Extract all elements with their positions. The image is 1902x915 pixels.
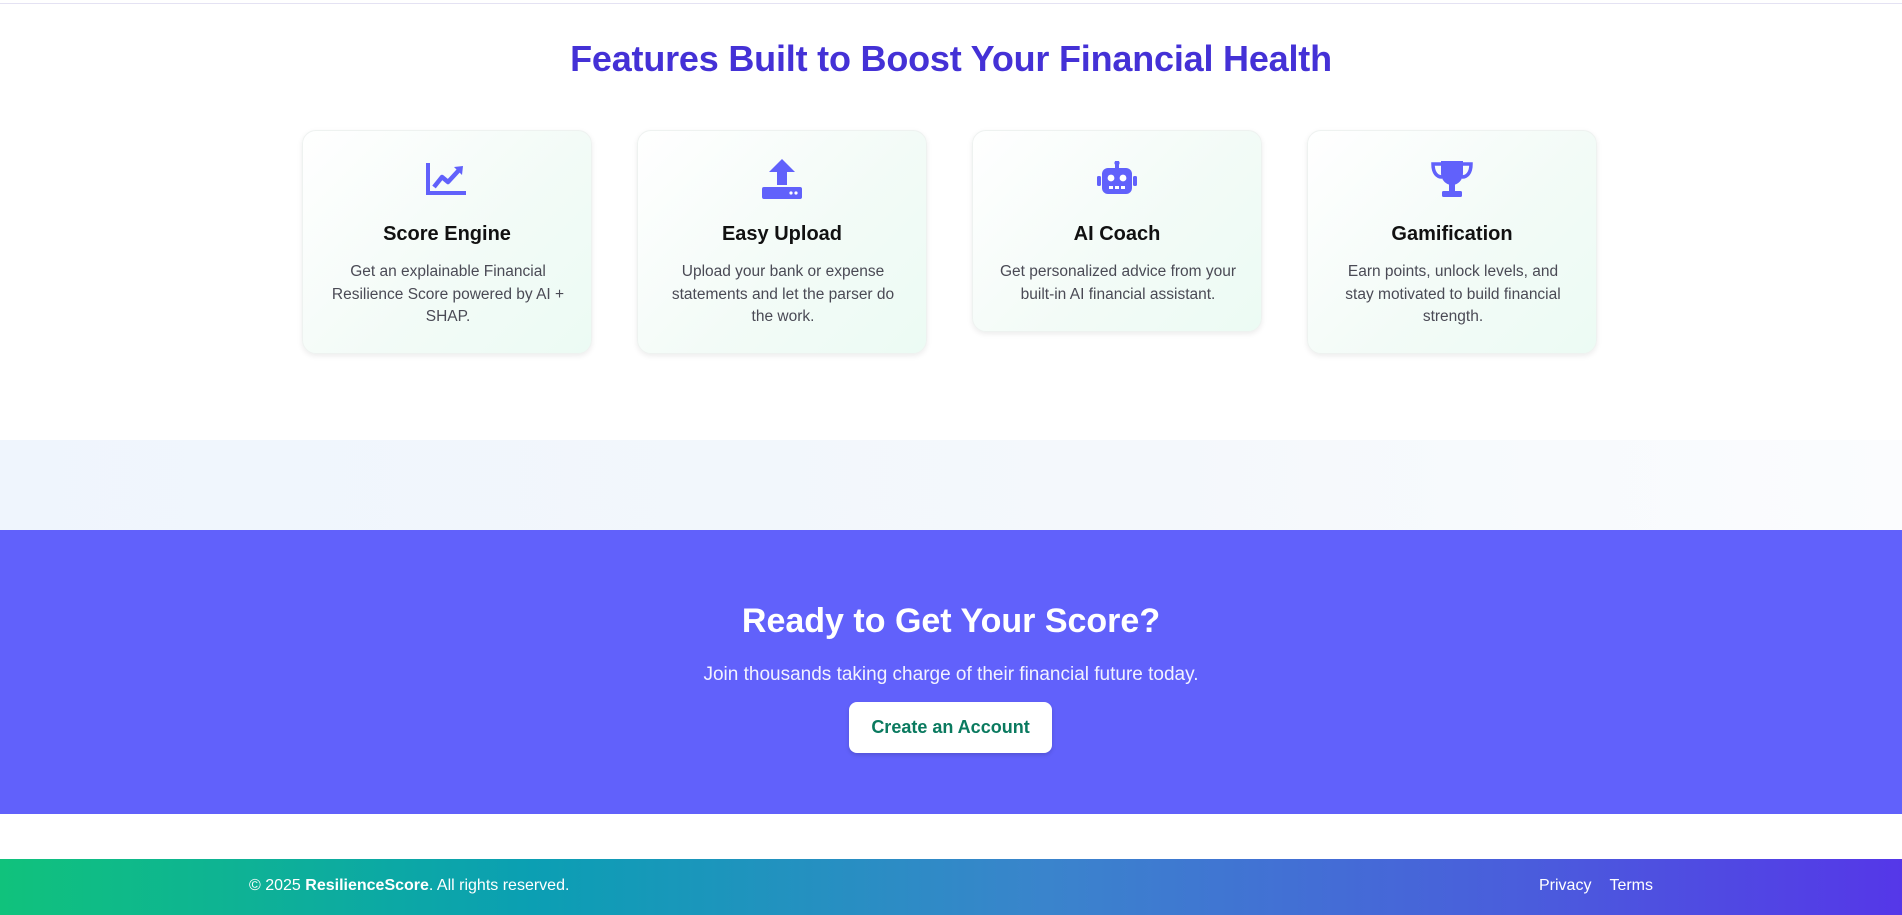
- robot-icon: [973, 159, 1261, 199]
- footer-copyright: © 2025 ResilienceScore. All rights reser…: [249, 877, 569, 895]
- cta-subtitle: Join thousands taking charge of their fi…: [703, 664, 1199, 685]
- chart-line-icon: [303, 159, 591, 199]
- feature-card-title: Gamification: [1391, 223, 1513, 245]
- upload-icon: [638, 159, 926, 199]
- feature-card-title: Score Engine: [383, 223, 511, 245]
- section-divider-band: [0, 440, 1902, 530]
- feature-card-gamification: Gamification Earn points, unlock levels,…: [1307, 130, 1597, 354]
- feature-card-ai-coach: AI Coach Get personalized advice from yo…: [972, 130, 1262, 332]
- footer-links: Privacy Terms: [1539, 877, 1653, 895]
- feature-card-score-engine: Score Engine Get an explainable Financia…: [302, 130, 592, 354]
- feature-card-description: Get personalized advice from your built-…: [999, 263, 1237, 303]
- create-account-button[interactable]: Create an Account: [849, 702, 1052, 753]
- cta-section: Ready to Get Your Score? Join thousands …: [0, 530, 1902, 814]
- feature-card-description: Get an explainable Financial Resilience …: [331, 263, 565, 325]
- features-section: Features Built to Boost Your Financial H…: [0, 4, 1902, 440]
- trophy-icon: [1308, 159, 1596, 199]
- feature-card-easy-upload: Easy Upload Upload your bank or expense …: [637, 130, 927, 354]
- cta-title: Ready to Get Your Score?: [741, 602, 1161, 640]
- copyright-suffix: . All rights reserved.: [428, 877, 570, 894]
- terms-link[interactable]: Terms: [1609, 877, 1653, 895]
- feature-card-description: Upload your bank or expense statements a…: [671, 263, 895, 325]
- footer-brand: ResilienceScore: [305, 877, 429, 894]
- feature-card-title: Easy Upload: [721, 223, 843, 245]
- feature-cards: Score Engine Get an explainable Financia…: [302, 130, 1600, 356]
- privacy-link[interactable]: Privacy: [1539, 877, 1591, 895]
- copyright-prefix: © 2025: [249, 877, 306, 894]
- footer: © 2025 ResilienceScore. All rights reser…: [0, 859, 1902, 915]
- feature-card-description: Earn points, unlock levels, and stay mot…: [1345, 263, 1561, 325]
- footer-spacer: [0, 814, 1902, 859]
- features-title: Features Built to Boost Your Financial H…: [570, 38, 1332, 79]
- page: Features Built to Boost Your Financial H…: [0, 0, 1902, 915]
- feature-card-title: AI Coach: [1073, 223, 1161, 245]
